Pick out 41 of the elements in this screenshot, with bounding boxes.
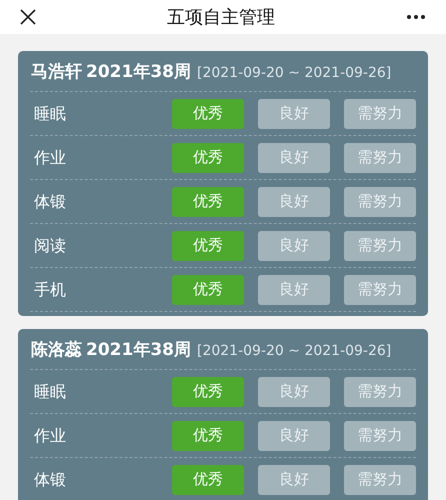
rating-button[interactable]: 需努力 (344, 464, 416, 494)
rating-button[interactable]: 优秀 (172, 98, 244, 128)
rating-button[interactable]: 优秀 (172, 376, 244, 406)
rating-button[interactable]: 良好 (258, 274, 330, 304)
rating-button[interactable]: 需努力 (344, 274, 416, 304)
rating-button[interactable]: 优秀 (172, 230, 244, 260)
rating-button[interactable]: 需努力 (344, 98, 416, 128)
student-name: 陈洛蕊 (31, 339, 82, 362)
rating-button[interactable]: 良好 (258, 142, 330, 172)
rating-button[interactable]: 优秀 (172, 186, 244, 216)
rating-button[interactable]: 良好 (258, 420, 330, 450)
rating-button[interactable]: 需努力 (344, 420, 416, 450)
more-icon[interactable] (406, 14, 426, 20)
category-label: 手机 (33, 278, 67, 300)
date-range: [2021-09-20 ~ 2021-09-26] (196, 342, 392, 361)
category-label: 体锻 (33, 468, 67, 490)
rating-button[interactable]: 优秀 (172, 464, 244, 494)
rating-button[interactable]: 需努力 (344, 376, 416, 406)
close-icon[interactable] (20, 9, 36, 25)
week-label: 2021年38周 (86, 61, 191, 84)
category-label: 睡眠 (33, 380, 67, 402)
category-label: 作业 (33, 146, 67, 168)
week-label: 2021年38周 (86, 339, 191, 362)
rating-button[interactable]: 良好 (258, 464, 330, 494)
rating-button[interactable]: 良好 (258, 376, 330, 406)
rating-button[interactable]: 良好 (258, 186, 330, 216)
rating-button[interactable]: 良好 (258, 230, 330, 260)
rating-button[interactable]: 优秀 (172, 142, 244, 172)
student-name: 马浩轩 (31, 61, 82, 84)
rating-button[interactable]: 良好 (258, 98, 330, 128)
category-label: 阅读 (33, 234, 67, 256)
category-label: 体锻 (33, 190, 67, 212)
category-label: 作业 (33, 424, 67, 446)
rating-button[interactable]: 优秀 (172, 274, 244, 304)
rating-button[interactable]: 需努力 (344, 186, 416, 216)
page-title: 五项自主管理 (167, 6, 275, 30)
rating-button[interactable]: 需努力 (344, 142, 416, 172)
date-range: [2021-09-20 ~ 2021-09-26] (196, 64, 392, 83)
rating-button[interactable]: 需努力 (344, 230, 416, 260)
rating-button[interactable]: 优秀 (172, 420, 244, 450)
category-label: 睡眠 (33, 102, 67, 124)
